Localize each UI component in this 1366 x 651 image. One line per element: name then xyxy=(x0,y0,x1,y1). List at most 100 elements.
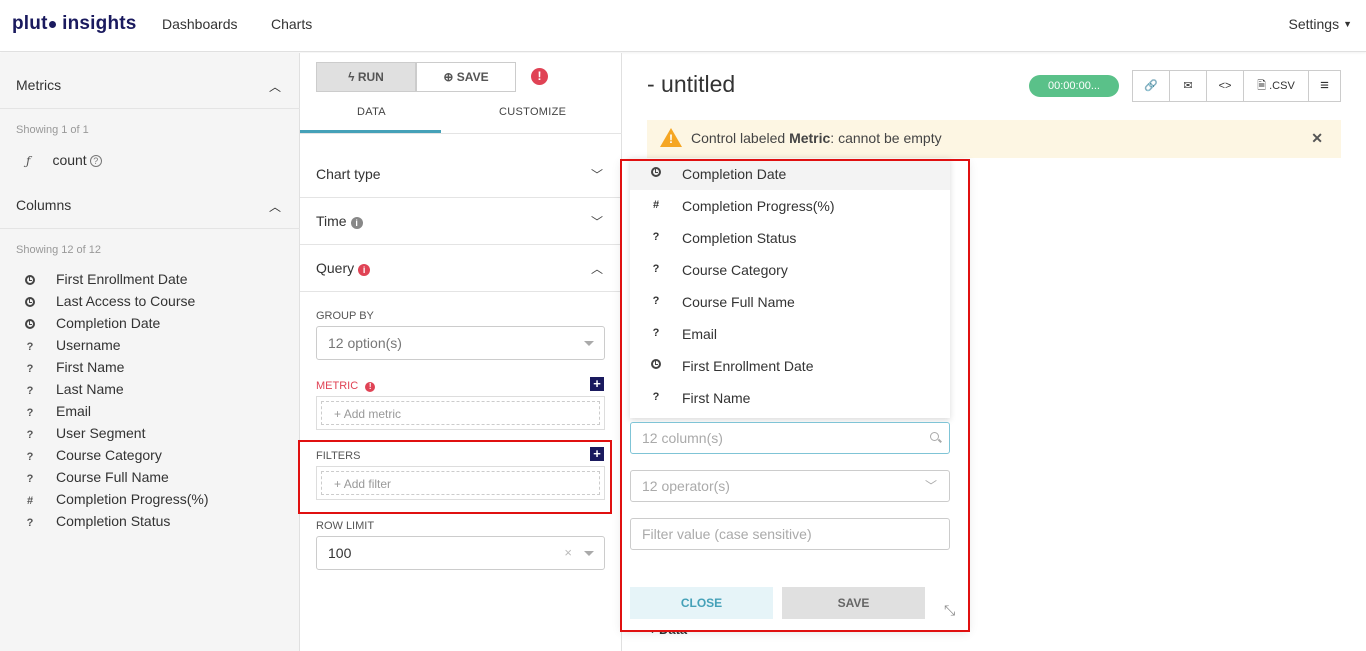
chevron-up-icon[interactable]: ︿ xyxy=(591,260,603,277)
dropdown-option[interactable]: ? First Name xyxy=(630,382,950,414)
clock-icon xyxy=(24,275,36,287)
brand-logo[interactable]: plut insights xyxy=(12,13,137,35)
info-icon[interactable]: i xyxy=(350,217,363,229)
question-icon: ? xyxy=(26,363,34,375)
popover-save-button[interactable]: SAVE xyxy=(782,587,925,619)
mail-icon[interactable]: ✉ xyxy=(1169,70,1207,102)
column-item: ? First Name xyxy=(24,359,125,381)
resize-icon[interactable]: ⤡ xyxy=(944,602,955,619)
group-by-select[interactable]: 12 option(s) xyxy=(316,326,605,360)
add-filter-placeholder: + Add filter xyxy=(321,471,600,495)
metrics-count: Showing 1 of 1 xyxy=(16,124,89,136)
query-timer: 00:00:00... xyxy=(1029,75,1119,97)
dropdown-option[interactable]: ? Completion Status xyxy=(630,222,950,254)
column-item: ? Username xyxy=(24,337,121,359)
divider xyxy=(300,197,622,198)
add-metric-icon[interactable]: + xyxy=(590,377,604,391)
control-panel: ϟ RUN ⊕ SAVE ! DATA CUSTOMIZE Chart type… xyxy=(300,53,622,651)
columns-section-title[interactable]: Columns xyxy=(16,197,71,213)
operator-select[interactable]: 12 operator(s) ﹀ xyxy=(630,470,950,502)
nav-charts[interactable]: Charts xyxy=(271,16,312,32)
column-item: Last Access to Course xyxy=(24,293,195,315)
row-limit-select[interactable]: 100 × xyxy=(316,536,605,570)
add-filter-icon[interactable]: + xyxy=(590,447,604,461)
nav-dashboards[interactable]: Dashboards xyxy=(162,16,238,32)
hash-icon: # xyxy=(652,199,660,211)
dropdown-option[interactable]: # Completion Progress(%) xyxy=(630,190,950,222)
question-icon: ? xyxy=(652,263,660,275)
chevron-down-icon[interactable]: ﹀ xyxy=(591,166,603,183)
divider xyxy=(0,228,300,229)
close-button[interactable]: CLOSE xyxy=(630,587,773,619)
clock-icon xyxy=(650,167,662,179)
datasource-sidebar: Metrics ︿ Showing 1 of 1 ƒ count? Columns… xyxy=(0,53,300,651)
dropdown-option[interactable]: ? Email xyxy=(630,318,950,350)
question-icon: ? xyxy=(652,391,660,403)
top-nav: plut insights Dashboards Charts Settings… xyxy=(0,0,1366,52)
filter-drop-zone[interactable]: + Add filter xyxy=(316,466,605,500)
tab-data[interactable]: DATA xyxy=(357,106,386,118)
column-select-input[interactable]: 12 column(s) xyxy=(630,422,950,454)
chevron-up-icon[interactable]: ︿ xyxy=(269,78,281,95)
column-item: ? Course Full Name xyxy=(24,469,169,491)
menu-icon[interactable]: ≡ xyxy=(1308,70,1341,102)
bolt-icon: ϟ xyxy=(348,70,355,84)
plus-circle-icon: ⊕ xyxy=(443,70,454,84)
time-section[interactable]: Time i xyxy=(316,213,363,229)
question-icon: ? xyxy=(26,517,34,529)
hash-icon: # xyxy=(26,495,34,507)
dropdown-option[interactable]: ? Course Full Name xyxy=(630,286,950,318)
question-icon: ? xyxy=(26,429,34,441)
save-button[interactable]: ⊕ SAVE xyxy=(416,62,516,92)
column-item: ? Completion Status xyxy=(24,513,171,535)
column-item: ? Course Category xyxy=(24,447,162,469)
caret-down-icon xyxy=(584,341,594,346)
help-icon[interactable]: ? xyxy=(89,155,102,167)
chart-title[interactable]: - untitled xyxy=(647,71,735,98)
function-icon: ƒ xyxy=(26,154,31,168)
chevron-down-icon: ﹀ xyxy=(924,479,937,493)
add-metric-placeholder: + Add metric xyxy=(321,401,600,425)
column-item: ? User Segment xyxy=(24,425,146,447)
group-by-label: GROUP BY xyxy=(316,310,374,322)
alert-message: Control labeled Metric: cannot be empty xyxy=(691,130,942,146)
clear-icon[interactable]: × xyxy=(564,545,572,560)
settings-menu[interactable]: Settings ▼ xyxy=(1288,16,1352,32)
caret-down-icon: ▼ xyxy=(1343,19,1352,29)
column-item: ? Last Name xyxy=(24,381,124,403)
column-item: First Enrollment Date xyxy=(24,271,187,293)
clock-icon xyxy=(24,297,36,309)
column-item: # Completion Progress(%) xyxy=(24,491,209,513)
clock-icon xyxy=(650,359,662,371)
run-button[interactable]: ϟ RUN xyxy=(316,62,416,92)
chevron-down-icon[interactable]: ﹀ xyxy=(591,213,603,230)
question-icon: ? xyxy=(652,295,660,307)
chevron-up-icon[interactable]: ︿ xyxy=(269,198,281,215)
row-limit-label: ROW LIMIT xyxy=(316,520,375,532)
divider xyxy=(300,291,622,292)
embed-code-icon[interactable]: <> xyxy=(1206,70,1244,102)
query-section[interactable]: Query i xyxy=(316,260,371,276)
metrics-section-title[interactable]: Metrics xyxy=(16,77,61,93)
error-info-icon: ! xyxy=(365,382,376,392)
question-icon: ? xyxy=(26,407,34,419)
metric-drop-zone[interactable]: + Add metric xyxy=(316,396,605,430)
columns-count: Showing 12 of 12 xyxy=(16,244,102,256)
chart-type-section[interactable]: Chart type xyxy=(316,166,381,182)
close-icon[interactable]: ✕ xyxy=(1311,130,1323,147)
filter-value-input[interactable]: Filter value (case sensitive) xyxy=(630,518,950,550)
column-item: ? Email xyxy=(24,403,91,425)
error-icon[interactable]: ! xyxy=(531,68,548,85)
column-dropdown-list: Completion Date # Completion Progress(%) … xyxy=(630,158,950,418)
question-icon: ? xyxy=(652,327,660,339)
divider xyxy=(0,108,300,109)
export-csv-button[interactable]: 🗎 .CSV xyxy=(1243,70,1309,102)
error-info-icon[interactable]: i xyxy=(358,264,371,276)
caret-down-icon xyxy=(584,551,594,556)
dropdown-option[interactable]: ? Course Category xyxy=(630,254,950,286)
tab-customize[interactable]: CUSTOMIZE xyxy=(499,106,566,118)
divider xyxy=(300,244,622,245)
link-icon[interactable]: 🔗 xyxy=(1132,70,1170,102)
dropdown-option[interactable]: First Enrollment Date xyxy=(630,350,950,382)
dropdown-option[interactable]: Completion Date xyxy=(630,158,950,190)
